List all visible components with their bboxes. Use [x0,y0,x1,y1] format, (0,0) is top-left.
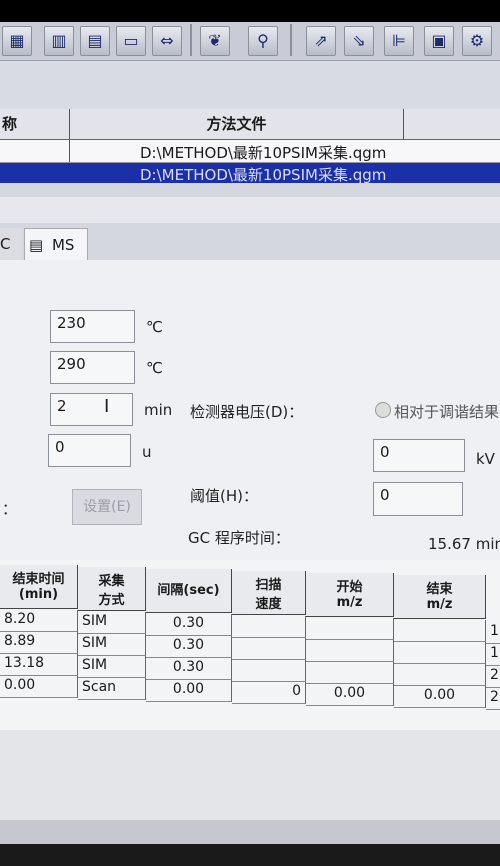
leaf-icon[interactable]: ❦ [200,26,230,56]
grid-icon[interactable]: ▦ [2,26,32,56]
header-start-mz[interactable]: 开始 m/z [306,573,394,617]
tab-ms-label: MS [51,236,75,254]
colon-text: ： [2,500,18,518]
cell-mode[interactable]: SIM [78,656,146,678]
method-row-name-cell [0,140,70,162]
cell-speed[interactable] [232,616,306,638]
cell-extra[interactable]: 2 [486,688,500,710]
header-mode[interactable]: 采集 方式 [78,567,146,611]
upper-panel [0,61,500,109]
header-end-mz[interactable]: 结束 m/z [394,575,486,619]
acquisition-table: 结束时间 (min) 采集 方式 间隔(sec) 扫描 速度 开始 m/z 结束 m/z … [0,560,500,730]
cell-mode[interactable]: SIM [78,634,146,656]
table-icon[interactable]: ▤ [80,26,110,56]
ms-settings-panel: 230 ℃ 290 ℃ 2 I min 0 u 检测器电压(D)： 相对于调谐结… [0,260,500,560]
column-header-method-file[interactable]: 方法文件 [70,109,404,139]
quad-temp-unit: ℃ [146,359,163,377]
method-row-file: D:\METHOD\最新10PSIM采集.qgm [140,144,387,162]
method-row-file-selected: D:\METHOD\最新10PSIM采集.qgm [140,166,387,184]
toolbar-separator [190,24,192,56]
method-row-selected[interactable]: D:\METHOD\最新10PSIM采集.qgm [0,163,500,184]
toolbar: ▦ ▥ ▤ ▭ ⇔ ❦ ⚲ ⇗ ⇘ ⊫ ▣ ⚙ [0,22,500,61]
flow-icon[interactable]: ⇗ [306,26,336,56]
chart-icon[interactable]: ⊫ [384,26,414,56]
method-grid-header: 称 方法文件 [0,109,500,140]
text-cursor-icon: I [104,396,110,417]
cell-mode[interactable]: Scan [78,678,146,700]
cell-start[interactable] [306,618,394,640]
settings-button[interactable]: 设置(E) [72,489,142,525]
cell-speed[interactable] [232,638,306,660]
cell-extra[interactable]: 2 [486,666,500,688]
tab-gc[interactable]: C [0,228,22,260]
cell-end[interactable] [394,642,486,664]
settings-icon[interactable]: ⚙ [462,26,492,56]
cell-end-time[interactable]: 8.89 [0,632,78,654]
arrows-icon[interactable]: ⇔ [152,26,182,56]
gc-runtime-label: GC 程序时间： [188,529,290,547]
detector-voltage-unit: kV [476,450,495,468]
tool-icon[interactable]: ⇘ [344,26,374,56]
square-icon[interactable]: ▣ [424,26,454,56]
source-temp-input[interactable]: 230 [50,310,135,343]
header-interval[interactable]: 间隔(sec) [146,569,232,613]
threshold-label: 阈值(H)： [190,487,258,505]
screen-bezel [0,844,500,866]
tab-ms[interactable]: ▤ MS [24,228,88,261]
cell-end[interactable] [394,620,486,642]
monitor-icon[interactable]: ▭ [116,26,146,56]
panel-icon[interactable]: ▥ [44,26,74,56]
detector-voltage-input[interactable]: 0 [373,439,465,472]
cell-end-time[interactable]: 13.18 [0,654,78,676]
quad-temp-input[interactable]: 290 [50,351,135,384]
column-header-empty [404,109,500,139]
divider-strip [0,197,500,223]
toolbar-separator [290,24,292,56]
threshold-input[interactable]: 0 [373,482,463,516]
ms-icon: ▤ [29,236,44,254]
method-row[interactable]: D:\METHOD\最新10PSIM采集.qgm [0,140,500,163]
cell-start[interactable] [306,640,394,662]
horizontal-scrollbar[interactable] [0,820,500,844]
cell-end-time[interactable]: 8.20 [0,610,78,632]
cell-speed[interactable]: 0 [232,682,306,704]
cell-extra[interactable]: 1 [486,644,500,666]
cell-speed[interactable] [232,660,306,682]
cell-start[interactable]: 0.00 [306,684,394,706]
pin-icon[interactable]: ⚲ [248,26,278,56]
cell-interval[interactable]: 0.30 [146,614,232,636]
cell-extra[interactable]: 1 [486,622,500,644]
cell-start[interactable] [306,662,394,684]
relative-tune-label: 相对于调谐结果 [394,403,500,421]
mass-offset-input[interactable]: 0 [48,434,131,467]
source-temp-unit: ℃ [146,318,163,336]
solvent-delay-unit: min [144,401,173,419]
solvent-delay-input[interactable]: 2 [50,393,133,426]
cell-end[interactable]: 0.00 [394,686,486,708]
cell-mode[interactable]: SIM [78,612,146,634]
gc-runtime-value: 15.67 min [428,535,500,553]
cell-interval[interactable]: 0.00 [146,680,232,702]
header-scan-speed[interactable]: 扫描 速度 [232,571,306,615]
cell-interval[interactable]: 0.30 [146,636,232,658]
relative-tune-radio[interactable] [375,402,391,418]
cell-end-time[interactable]: 0.00 [0,676,78,698]
cell-interval[interactable]: 0.30 [146,658,232,680]
detector-voltage-label: 检测器电压(D)： [190,403,304,421]
cell-end[interactable] [394,664,486,686]
mass-offset-unit: u [142,443,152,461]
column-header-name[interactable]: 称 [0,109,70,139]
header-end-time[interactable]: 结束时间 (min) [0,565,78,609]
